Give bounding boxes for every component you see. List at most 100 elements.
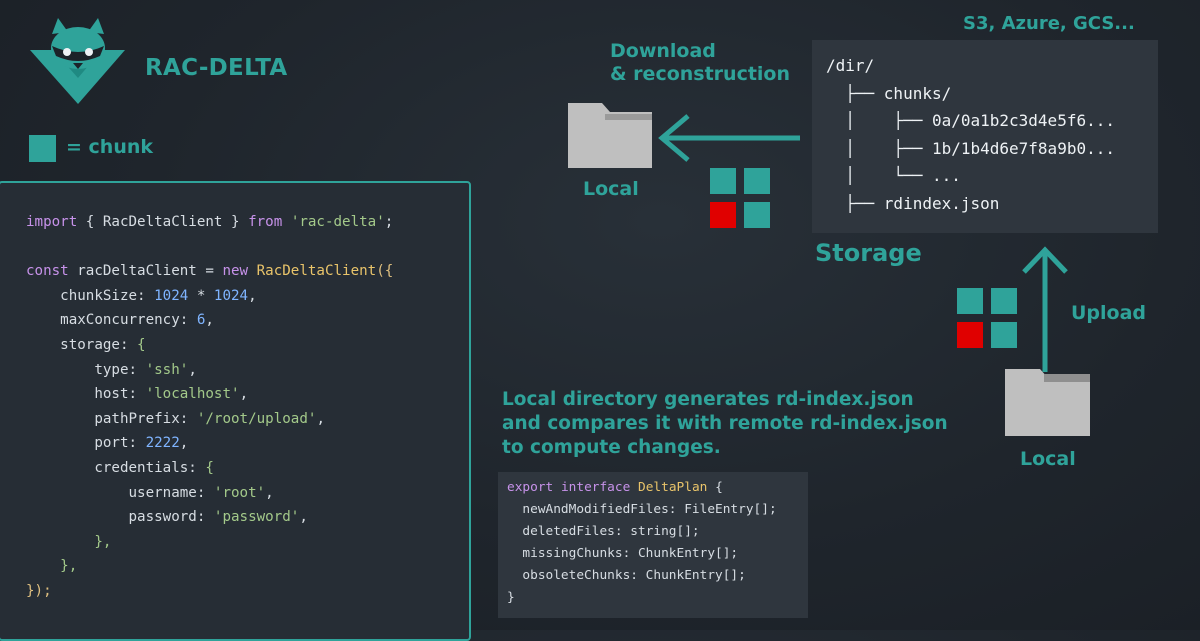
description-line: and compares it with remote rd-index.jso… — [502, 413, 948, 434]
code-line: newAndModifiedFiles: FileEntry[]; — [507, 499, 777, 521]
code-line: credentials: { — [26, 456, 393, 481]
description-line: Local directory generates rd-index.json — [502, 389, 914, 410]
code-token: 'root' — [213, 484, 266, 501]
folder-icon-local-top — [568, 103, 652, 168]
code-token: , — [316, 410, 325, 427]
code-line: }, — [26, 554, 393, 579]
delta-plan-code-block: export interface DeltaPlan { newAndModif… — [507, 477, 777, 609]
code-token: storage: — [26, 336, 138, 353]
code-token: , — [265, 484, 274, 501]
code-token: RacDeltaClient — [256, 263, 377, 280]
code-token: 2222 — [145, 435, 180, 452]
code-token: }, — [26, 558, 78, 575]
chunk-legend-swatch — [29, 135, 56, 162]
code-token: }, — [26, 533, 112, 550]
code-token: racDeltaClient = — [68, 263, 223, 280]
download-label-line1: Download — [610, 40, 716, 62]
code-token: username: — [26, 484, 214, 501]
code-token: password: — [26, 509, 214, 526]
code-line: pathPrefix: '/root/upload', — [26, 407, 393, 432]
code-token: chunkSize: — [26, 287, 155, 304]
code-line: maxConcurrency: 6, — [26, 308, 393, 333]
code-token: import — [26, 214, 78, 230]
code-line: chunkSize: 1024 * 1024, — [26, 284, 393, 309]
code-token: 'password' — [213, 509, 300, 526]
code-token: export — [507, 480, 554, 495]
storage-tree-line: │ ├── 1b/1b4d6e7f8a9b0... — [826, 138, 1115, 158]
chunk — [744, 168, 770, 194]
local-label-top: Local — [583, 178, 639, 200]
code-line: const racDeltaClient = new RacDeltaClien… — [26, 259, 393, 284]
storage-tree-line: /dir/ — [826, 56, 875, 75]
code-line: storage: { — [26, 333, 393, 358]
code-token: } — [507, 590, 515, 605]
upload-arrow-icon — [1022, 246, 1068, 372]
code-token: , — [299, 509, 308, 526]
code-token: * — [188, 287, 214, 304]
code-token: credentials: — [26, 459, 206, 476]
code-token: { — [205, 459, 214, 476]
code-token: }); — [26, 582, 52, 599]
download-arrow-icon — [658, 114, 800, 162]
code-line: port: 2222, — [26, 431, 393, 456]
code-token: , — [205, 312, 214, 329]
code-token: string — [630, 524, 677, 539]
code-token: DeltaPlan — [638, 480, 708, 495]
client-code-block: import { RacDeltaClient } from 'rac-delt… — [26, 210, 393, 604]
code-token: , — [188, 361, 197, 378]
code-token: 'rac-delta' — [290, 214, 385, 230]
code-token: ({ — [376, 263, 394, 280]
code-line: username: 'root', — [26, 481, 393, 506]
chunk — [744, 202, 770, 228]
code-line: export interface DeltaPlan { — [507, 477, 777, 499]
code-token: []; — [676, 524, 700, 539]
chunk — [957, 288, 983, 314]
changed-chunk — [710, 202, 736, 228]
description-line: to compute changes. — [502, 437, 721, 458]
changed-chunk — [957, 322, 983, 348]
code-token: newAndModifiedFiles: FileEntry[]; — [507, 502, 777, 517]
code-token: missingChunks: ChunkEntry[]; — [507, 546, 739, 561]
code-token: maxConcurrency: — [26, 312, 197, 329]
code-token: 1024 — [213, 287, 249, 304]
chunk-legend-label: = chunk — [66, 136, 154, 158]
code-token: { RacDeltaClient } — [77, 214, 249, 230]
code-line: host: 'localhost', — [26, 382, 393, 407]
local-label-bottom: Local — [1020, 448, 1076, 470]
upload-label: Upload — [1071, 302, 1147, 324]
download-label: Download & reconstruction — [610, 40, 790, 86]
chunk — [991, 322, 1017, 348]
code-token: type: — [26, 361, 146, 378]
code-token: obsoleteChunks: ChunkEntry[]; — [507, 568, 746, 583]
code-token: 'localhost' — [145, 386, 240, 403]
code-token: const — [26, 263, 69, 280]
storage-tree: /dir/ ├── chunks/ │ ├── 0a/0a1b2c3d4e5f6… — [826, 52, 1115, 217]
code-token: deletedFiles: — [507, 524, 631, 539]
chunk — [991, 288, 1017, 314]
code-token: from — [248, 214, 283, 230]
code-token: , — [248, 287, 257, 304]
code-token: , — [239, 386, 249, 403]
description-text: Local directory generates rd-index.json … — [502, 388, 948, 460]
code-line: } — [507, 587, 777, 609]
code-line: }, — [26, 530, 393, 555]
storage-tree-line: │ ├── 0a/0a1b2c3d4e5f6... — [826, 111, 1115, 130]
code-token: { — [707, 480, 723, 495]
folder-icon-local-bottom — [1005, 369, 1090, 436]
code-token: '/root/upload' — [196, 410, 317, 427]
raccoon-logo-icon — [30, 18, 125, 104]
code-token: 1024 — [154, 287, 189, 304]
code-line: missingChunks: ChunkEntry[]; — [507, 543, 777, 565]
code-token: 'ssh' — [145, 361, 189, 378]
code-token: ; — [384, 214, 394, 230]
code-line: password: 'password', — [26, 505, 393, 530]
storage-tree-line: │ └── ... — [826, 166, 961, 185]
chunk-grid-download — [710, 168, 772, 228]
storage-tree-line: ├── rdindex.json — [826, 193, 1000, 213]
code-line: import { RacDeltaClient } from 'rac-delt… — [26, 210, 393, 235]
code-token: , — [179, 435, 189, 452]
